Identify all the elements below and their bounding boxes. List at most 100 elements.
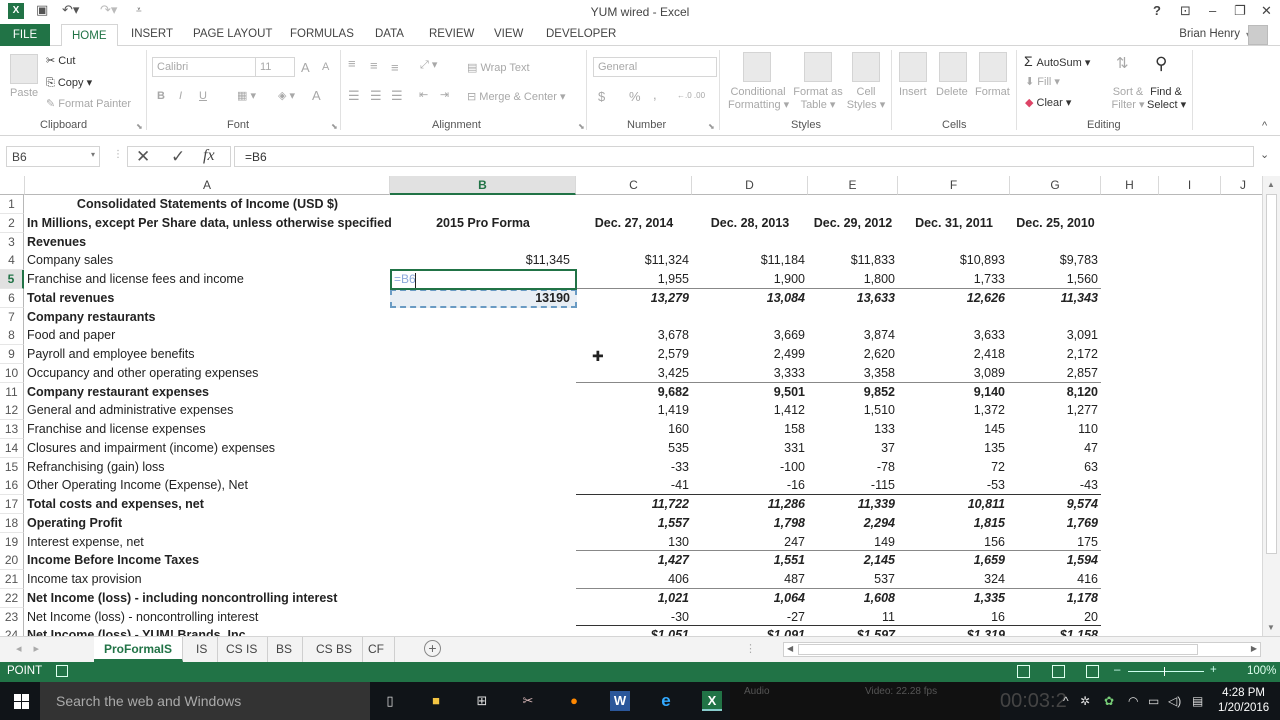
value-cell[interactable]: $10,893: [898, 251, 1005, 270]
value-cell[interactable]: 1,800: [808, 270, 895, 289]
format-button[interactable]: Format: [975, 86, 1010, 98]
value-cell[interactable]: $1,319: [898, 626, 1005, 636]
add-sheet-button[interactable]: +: [424, 640, 441, 657]
help-button[interactable]: ?: [1153, 3, 1161, 18]
insert-button[interactable]: Insert: [899, 86, 927, 98]
value-cell[interactable]: $11,184: [692, 251, 805, 270]
top-align-icon[interactable]: ≡: [348, 56, 356, 71]
row-label-cell[interactable]: Consolidated Statements of Income (USD $…: [25, 195, 390, 214]
value-cell[interactable]: 1,021: [576, 589, 689, 608]
font-color-button[interactable]: A: [312, 88, 321, 103]
value-cell[interactable]: 487: [692, 570, 805, 589]
horizontal-scrollbar[interactable]: ◀ ▶: [783, 642, 1261, 657]
value-cell[interactable]: 63: [1010, 458, 1098, 477]
column-header-a[interactable]: A: [25, 176, 390, 195]
row-label-cell[interactable]: Occupancy and other operating expenses: [27, 364, 258, 383]
column-header-c[interactable]: C: [576, 176, 692, 195]
period-header-cell[interactable]: 2015 Pro Forma: [390, 214, 576, 233]
sheet-tab-bs[interactable]: BS: [266, 637, 304, 662]
value-cell[interactable]: $1,158: [1010, 626, 1098, 636]
value-cell[interactable]: 2,418: [898, 345, 1005, 364]
taskbar-search-input[interactable]: Search the web and Windows: [40, 682, 370, 720]
row-header-19[interactable]: 19: [0, 532, 24, 552]
value-cell[interactable]: 3,425: [576, 364, 689, 383]
excel-taskbar-icon[interactable]: X: [702, 691, 722, 711]
firefox-icon[interactable]: ●: [564, 691, 584, 711]
value-cell[interactable]: -27: [692, 608, 805, 627]
value-cell[interactable]: -33: [576, 458, 689, 477]
value-cell[interactable]: 175: [1010, 533, 1098, 552]
row-label-cell[interactable]: Franchise and license fees and income: [27, 270, 244, 289]
conditional-formatting-icon[interactable]: [743, 52, 771, 82]
scroll-down-icon[interactable]: ▼: [1267, 623, 1275, 632]
restore-button[interactable]: ❐: [1234, 3, 1246, 19]
value-cell[interactable]: 149: [808, 533, 895, 552]
orientation-icon[interactable]: ⤢ ▾: [420, 58, 437, 72]
sheet-tab-cf[interactable]: CF: [358, 637, 395, 662]
autosum-button[interactable]: Σ AutoSum ▾: [1024, 53, 1090, 69]
value-cell[interactable]: -115: [808, 476, 895, 495]
value-cell[interactable]: 3,333: [692, 364, 805, 383]
ribbon-display-options-button[interactable]: ⊡: [1180, 3, 1191, 19]
percent-button[interactable]: %: [629, 89, 641, 104]
bottom-align-icon[interactable]: ≡: [391, 60, 399, 75]
row-label-cell[interactable]: Closures and impairment (income) expense…: [27, 439, 275, 458]
value-cell[interactable]: 331: [692, 439, 805, 458]
clear-button[interactable]: ◆ Clear ▾: [1025, 96, 1071, 109]
sort-filter-icon[interactable]: ⇅: [1116, 54, 1129, 72]
comma-button[interactable]: ,: [653, 87, 657, 102]
value-cell[interactable]: 13,633: [808, 289, 895, 308]
row-label-cell[interactable]: Net Income (loss) - YUM! Brands, Inc.: [27, 626, 249, 636]
value-cell[interactable]: 20: [1010, 608, 1098, 627]
value-cell[interactable]: 133: [808, 420, 895, 439]
number-format-combo[interactable]: General: [593, 57, 717, 77]
tab-review[interactable]: REVIEW: [429, 28, 474, 40]
snipping-tool-icon[interactable]: ✂: [518, 691, 538, 711]
align-left-icon[interactable]: ☰: [348, 88, 360, 104]
value-cell[interactable]: $1,597: [808, 626, 895, 636]
format-as-table-button[interactable]: Format as Table ▾: [792, 86, 844, 111]
column-header-j[interactable]: J: [1221, 176, 1262, 195]
row-label-cell[interactable]: In Millions, except Per Share data, unle…: [27, 214, 392, 233]
period-header-cell[interactable]: Dec. 29, 2012: [808, 214, 898, 233]
bold-button[interactable]: B: [157, 90, 165, 102]
conditional-formatting-button[interactable]: Conditional Formatting ▾: [728, 86, 789, 111]
value-cell[interactable]: 1,659: [898, 551, 1005, 570]
insert-cells-icon[interactable]: [899, 52, 927, 82]
period-header-cell[interactable]: Dec. 25, 2010: [1010, 214, 1101, 233]
row-label-cell[interactable]: Interest expense, net: [27, 533, 144, 552]
vertical-scrollbar[interactable]: ▲ ▼: [1262, 176, 1280, 636]
scroll-right-icon[interactable]: ▶: [1251, 644, 1257, 653]
row-header-11[interactable]: 11: [0, 382, 24, 402]
task-view-icon[interactable]: ▯: [380, 691, 400, 711]
cancel-icon[interactable]: ✕: [136, 147, 150, 167]
value-cell[interactable]: 72: [898, 458, 1005, 477]
fill-color-icon[interactable]: ◈ ▾: [278, 89, 295, 102]
fill-button[interactable]: ⬇ Fill ▾: [1025, 75, 1060, 88]
tab-home[interactable]: HOME: [61, 24, 118, 47]
alignment-launcher-icon[interactable]: ⬊: [578, 122, 585, 131]
value-cell[interactable]: 1,594: [1010, 551, 1098, 570]
wrap-text-button[interactable]: ▤ Wrap Text: [467, 61, 530, 74]
merge-center-button[interactable]: ⊟ Merge & Center ▾: [467, 90, 566, 103]
value-cell[interactable]: 1,427: [576, 551, 689, 570]
scroll-left-icon[interactable]: ◀: [787, 644, 793, 653]
value-cell[interactable]: $11,833: [808, 251, 895, 270]
value-cell[interactable]: 3,669: [692, 326, 805, 345]
value-cell[interactable]: 1,560: [1010, 270, 1098, 289]
row-header-17[interactable]: 17: [0, 495, 24, 514]
row-label-cell[interactable]: Other Operating Income (Expense), Net: [27, 476, 248, 495]
value-cell[interactable]: -53: [898, 476, 1005, 495]
volume-icon[interactable]: ◁): [1168, 694, 1181, 708]
value-cell[interactable]: 1,335: [898, 589, 1005, 608]
row-header-20[interactable]: 20: [0, 551, 24, 571]
value-cell[interactable]: 2,857: [1010, 364, 1098, 383]
row-header-4[interactable]: 4: [0, 251, 24, 271]
row-header-8[interactable]: 8: [0, 326, 24, 346]
row-header-12[interactable]: 12: [0, 401, 24, 421]
value-cell[interactable]: 324: [898, 570, 1005, 589]
zoom-slider[interactable]: [1128, 671, 1204, 672]
tab-split-handle[interactable]: ⋮: [745, 642, 756, 655]
enter-icon[interactable]: ✓: [171, 147, 185, 167]
delete-cells-icon[interactable]: [939, 52, 967, 82]
